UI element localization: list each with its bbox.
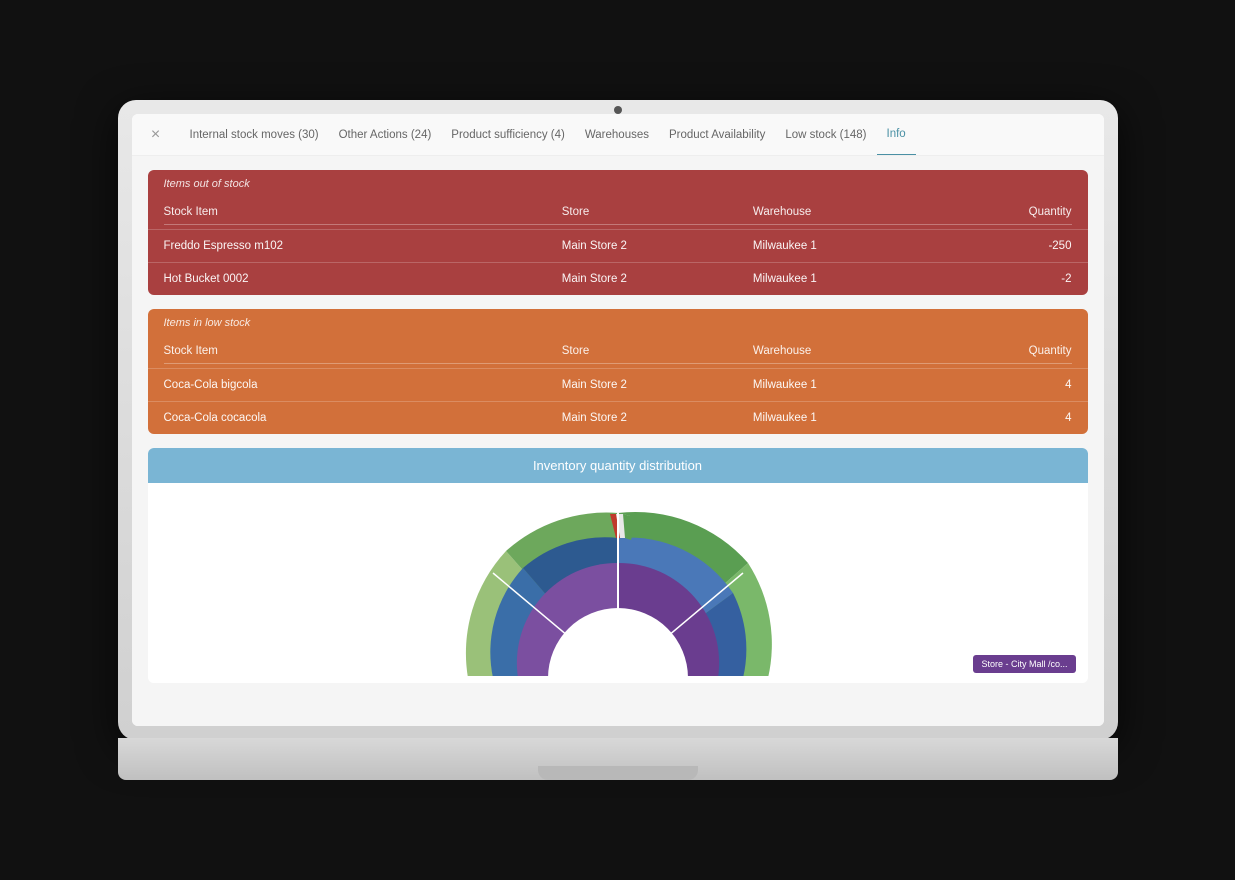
donut-chart xyxy=(438,483,798,683)
header-divider xyxy=(164,224,1072,225)
laptop-body: × Internal stock moves (30) Other Action… xyxy=(118,100,1118,740)
screen: × Internal stock moves (30) Other Action… xyxy=(132,114,1104,726)
close-button[interactable]: × xyxy=(144,123,168,147)
laptop-base xyxy=(118,738,1118,780)
header-divider xyxy=(164,363,1072,364)
chart-area: Store - City Mall /co... xyxy=(148,483,1088,683)
chart-tooltip: Store - City Mall /co... xyxy=(973,655,1075,673)
nav-item-low-stock[interactable]: Low stock (148) xyxy=(775,114,876,156)
laptop-camera xyxy=(614,106,622,114)
nav-item-internal-stock[interactable]: Internal stock moves (30) xyxy=(180,114,329,156)
out-of-stock-header: Stock Item Store Warehouse Quantity xyxy=(148,198,1088,224)
nav-item-product-sufficiency[interactable]: Product sufficiency (4) xyxy=(441,114,575,156)
nav-item-other-actions[interactable]: Other Actions (24) xyxy=(329,114,442,156)
chart-section: Inventory quantity distribution xyxy=(148,448,1088,683)
donut-svg xyxy=(438,483,798,683)
out-of-stock-title: Items out of stock xyxy=(148,170,1088,198)
low-stock-table: Items in low stock Stock Item Store Ware… xyxy=(148,309,1088,434)
nav-item-info[interactable]: Info xyxy=(877,114,916,156)
low-stock-header: Stock Item Store Warehouse Quantity xyxy=(148,337,1088,363)
nav-bar: × Internal stock moves (30) Other Action… xyxy=(132,114,1104,156)
content-area: Items out of stock Stock Item Store Ware… xyxy=(132,156,1104,726)
nav-item-product-availability[interactable]: Product Availability xyxy=(659,114,775,156)
laptop-frame: × Internal stock moves (30) Other Action… xyxy=(118,100,1118,780)
table-row: Coca-Cola cocacola Main Store 2 Milwauke… xyxy=(148,401,1088,434)
nav-item-warehouses[interactable]: Warehouses xyxy=(575,114,659,156)
out-of-stock-table: Items out of stock Stock Item Store Ware… xyxy=(148,170,1088,295)
laptop-foot xyxy=(538,766,698,780)
table-row: Coca-Cola bigcola Main Store 2 Milwaukee… xyxy=(148,368,1088,401)
chart-title: Inventory quantity distribution xyxy=(148,448,1088,483)
low-stock-title: Items in low stock xyxy=(148,309,1088,337)
table-row: Hot Bucket 0002 Main Store 2 Milwaukee 1… xyxy=(148,262,1088,295)
table-row: Freddo Espresso m102 Main Store 2 Milwau… xyxy=(148,229,1088,262)
